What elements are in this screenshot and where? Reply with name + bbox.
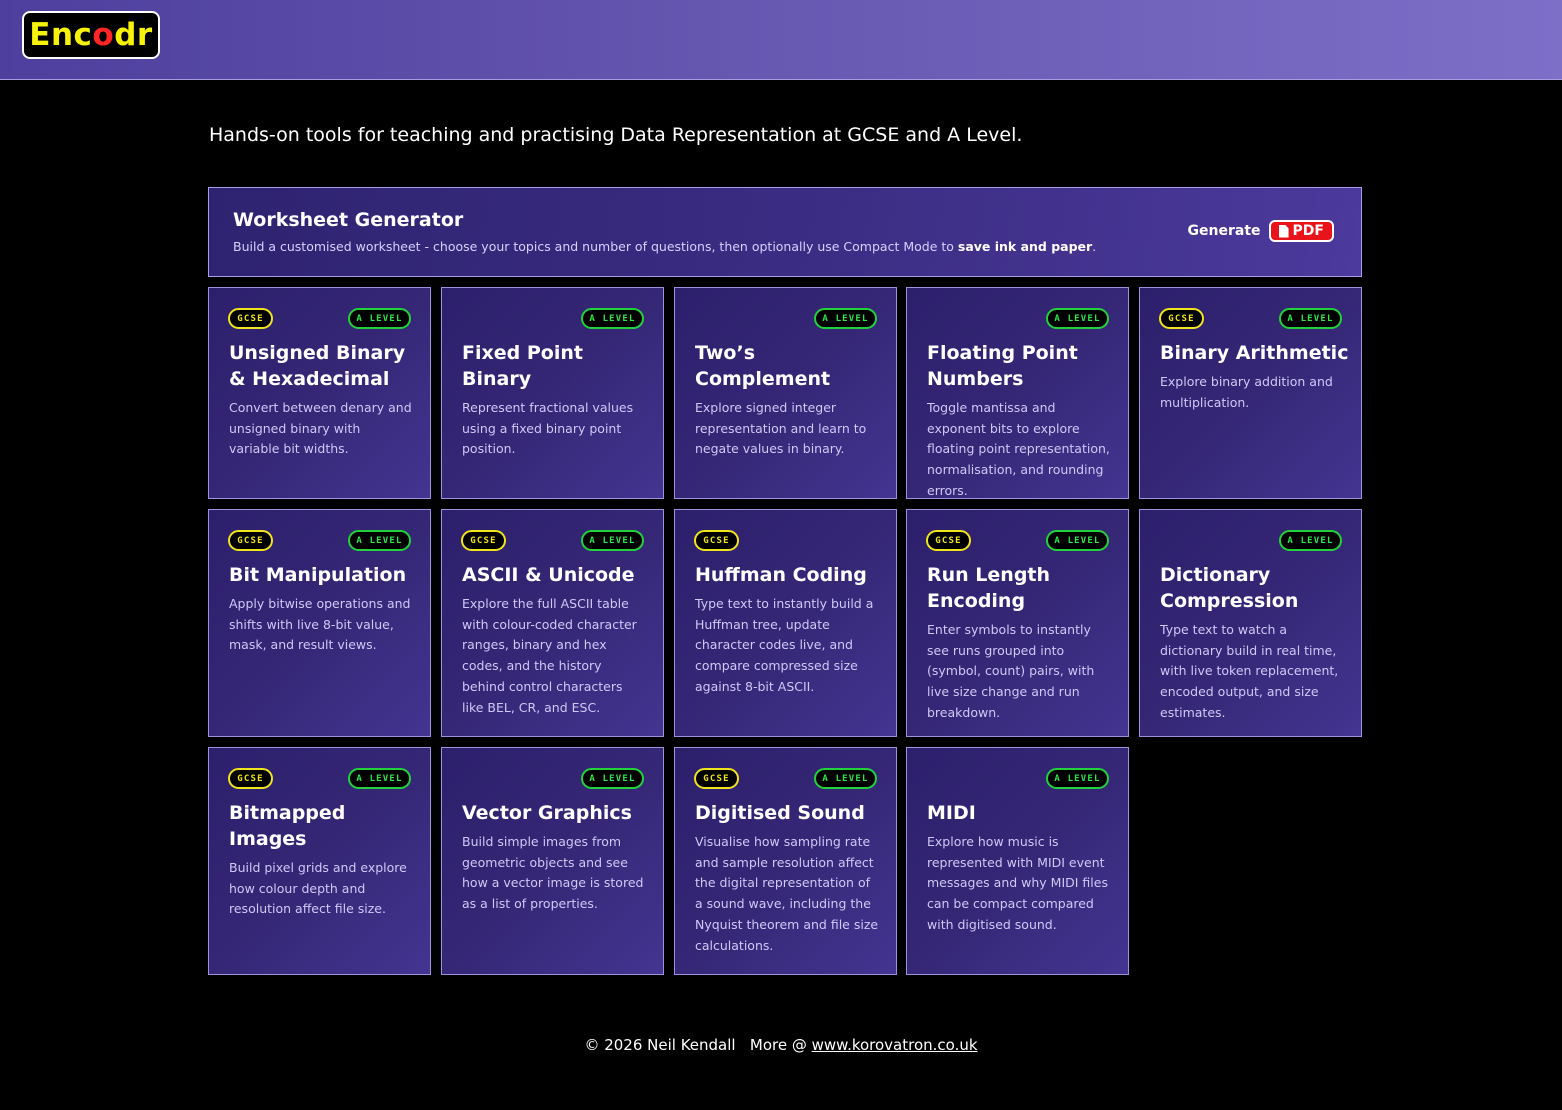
a-level-badge: A LEVEL: [348, 768, 411, 789]
tool-card-description: Explore signed integer representation an…: [695, 400, 867, 457]
a-level-badge: A LEVEL: [814, 768, 877, 789]
tool-card-title: Floating Point Numbers: [927, 342, 1078, 390]
tool-card[interactable]: GCSE A LEVEL Bit Manipulation Apply bitwise…: [208, 509, 431, 737]
a-level-badge: A LEVEL: [1046, 768, 1109, 789]
tool-card-description: Type text to watch a dictionary build in…: [1160, 622, 1339, 720]
tool-card-description: Toggle mantissa and exponent bits to exp…: [927, 400, 1110, 498]
gcse-badge: GCSE: [461, 530, 506, 551]
gcse-badge: GCSE: [694, 768, 739, 789]
a-level-badge: A LEVEL: [1279, 530, 1342, 551]
tool-card[interactable]: A LEVEL Dictionary Compression Type text t…: [1139, 509, 1362, 737]
generate-pdf-button[interactable]: PDF: [1268, 220, 1334, 242]
gcse-badge: GCSE: [926, 530, 971, 551]
encodr-logo[interactable]: Enc o dr: [22, 11, 160, 59]
tool-card-title: ASCII & Unicode: [462, 564, 635, 586]
tool-card-title: Two’s Complement: [695, 342, 831, 390]
tool-card-title: Huffman Coding: [695, 564, 867, 586]
tool-card-description: Enter symbols to instantly see runs grou…: [927, 622, 1095, 720]
tool-card-title: Unsigned Binary & Hexadecimal: [229, 342, 406, 390]
tool-card-description: Apply bitwise operations and shifts with…: [229, 596, 411, 653]
a-level-badge: A LEVEL: [581, 530, 644, 551]
tool-card[interactable]: GCSE A LEVEL ASCII & Unicode Explore the fu…: [441, 509, 664, 737]
tool-card-title: Binary Arithmetic: [1160, 342, 1349, 364]
tool-card-description: Build simple images from geometric objec…: [462, 834, 644, 912]
header-bar: Enc o dr: [0, 0, 1562, 80]
footer-website-link[interactable]: www.korovatron.co.uk: [812, 1036, 978, 1054]
tool-card[interactable]: GCSE A LEVEL Bitmapped Images Build pixel g…: [208, 747, 431, 975]
tool-card-title: Fixed Point Binary: [462, 342, 583, 390]
generate-label: Generate: [1187, 223, 1261, 239]
pdf-button-label: PDF: [1292, 223, 1324, 239]
a-level-badge: A LEVEL: [348, 530, 411, 551]
footer: © 2026 Neil Kendall More @ www.korovatro…: [0, 1036, 1562, 1054]
tool-card-description: Build pixel grids and explore how colour…: [229, 860, 407, 917]
tool-card-description: Visualise how sampling rate and sample r…: [695, 834, 879, 953]
tool-card-description: Explore the full ASCII table with colour…: [462, 596, 637, 715]
tool-card-title: Run Length Encoding: [927, 564, 1051, 612]
a-level-badge: A LEVEL: [814, 308, 877, 329]
tool-card-title: Dictionary Compression: [1160, 564, 1299, 612]
tool-card[interactable]: GCSE A LEVEL Digitised Sound Visualise how …: [674, 747, 897, 975]
a-level-badge: A LEVEL: [1046, 530, 1109, 551]
tool-card-description: Type text to instantly build a Huffman t…: [695, 596, 874, 694]
tool-card[interactable]: GCSE Huffman Coding Type text to instantly…: [674, 509, 897, 737]
tool-card[interactable]: GCSE A LEVEL Unsigned Binary & Hexadecimal…: [208, 287, 431, 499]
tool-card[interactable]: A LEVEL MIDI Explore how music is represen…: [906, 747, 1129, 975]
tool-card[interactable]: A LEVEL Two’s Complement Explore signed in…: [674, 287, 897, 499]
tool-card-description: Explore how music is represented with MI…: [927, 834, 1108, 932]
page-tagline: Hands-on tools for teaching and practisi…: [209, 124, 1023, 146]
a-level-badge: A LEVEL: [1046, 308, 1109, 329]
a-level-badge: A LEVEL: [581, 308, 644, 329]
gcse-badge: GCSE: [228, 530, 273, 551]
footer-more: More @: [749, 1036, 807, 1054]
gcse-badge: GCSE: [694, 530, 739, 551]
worksheet-generator-panel[interactable]: Worksheet Generator Build a customised w…: [208, 187, 1362, 277]
footer-copyright: © 2026 Neil Kendall: [584, 1036, 736, 1054]
gcse-badge: GCSE: [1159, 308, 1204, 329]
tool-card-title: MIDI: [927, 802, 976, 824]
gcse-badge: GCSE: [228, 308, 273, 329]
generate-pdf-control: Generate PDF: [1188, 220, 1334, 242]
a-level-badge: A LEVEL: [1279, 308, 1342, 329]
gcse-badge: GCSE: [228, 768, 273, 789]
tool-card[interactable]: A LEVEL Vector Graphics Build simple image…: [441, 747, 664, 975]
tool-card-title: Bit Manipulation: [229, 564, 407, 586]
tool-card-description: Represent fractional values using a fixe…: [462, 400, 634, 457]
pdf-file-icon: [1278, 224, 1289, 238]
a-level-badge: A LEVEL: [581, 768, 644, 789]
tool-card[interactable]: A LEVEL Floating Point Numbers Toggle mant…: [906, 287, 1129, 499]
worksheet-generator-description: Build a customised worksheet - choose yo…: [233, 239, 1097, 254]
a-level-badge: A LEVEL: [348, 308, 411, 329]
worksheet-generator-title: Worksheet Generator: [233, 209, 464, 231]
tool-card[interactable]: GCSE A LEVEL Run Length Encoding Enter symb…: [906, 509, 1129, 737]
tool-card-description: Explore binary addition and multiplicati…: [1160, 374, 1333, 410]
tool-card-title: Vector Graphics: [462, 802, 632, 824]
tool-card-description: Convert between denary and unsigned bina…: [229, 400, 412, 457]
tool-card[interactable]: A LEVEL Fixed Point Binary Represent fract…: [441, 287, 664, 499]
tool-card[interactable]: GCSE A LEVEL Binary Arithmetic Explore bina…: [1139, 287, 1362, 499]
tool-card-title: Bitmapped Images: [229, 802, 346, 850]
tool-card-title: Digitised Sound: [695, 802, 865, 824]
